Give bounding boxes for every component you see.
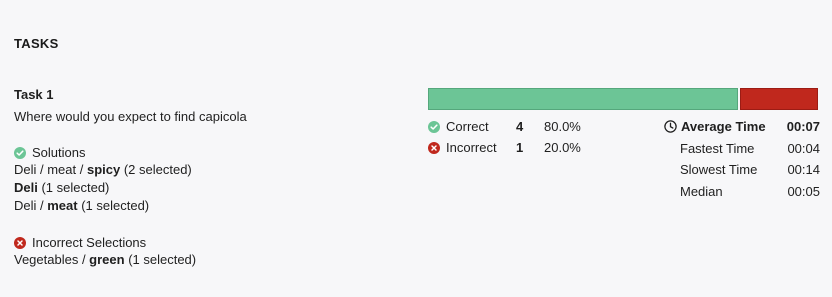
fastest-time-row: Fastest Time 00:04 bbox=[664, 138, 820, 160]
incorrect-count: (1 selected) bbox=[124, 252, 197, 267]
solution-leaf: spicy bbox=[86, 162, 121, 177]
incorrect-path: Vegetables / bbox=[14, 252, 90, 267]
task-details: Task 1 Where would you expect to find ca… bbox=[14, 87, 394, 269]
average-time-label: Average Time bbox=[681, 119, 766, 135]
fastest-time-label: Fastest Time bbox=[680, 140, 755, 156]
incorrect-header-label: Incorrect Selections bbox=[32, 235, 147, 250]
solution-item: Deli (1 selected) bbox=[14, 179, 394, 197]
correct-percent: 80.0% bbox=[544, 119, 581, 134]
section-title: TASKS bbox=[14, 36, 59, 51]
incorrect-leaf: green bbox=[89, 252, 125, 267]
clock-icon bbox=[664, 120, 677, 133]
incorrect-row: Incorrect 1 20.0% bbox=[428, 137, 598, 158]
check-circle-icon bbox=[428, 120, 440, 133]
check-circle-icon bbox=[14, 147, 26, 159]
time-stats: Average Time 00:07 Fastest Time 00:04 Sl… bbox=[664, 116, 820, 202]
median-time-value: 00:05 bbox=[787, 183, 820, 199]
solution-count: (2 selected) bbox=[120, 162, 192, 177]
slowest-time-value: 00:14 bbox=[787, 162, 820, 178]
result-bar bbox=[428, 88, 818, 110]
result-bar-incorrect bbox=[740, 88, 818, 110]
correct-count: 4 bbox=[516, 119, 524, 134]
median-time-row: Median 00:05 bbox=[664, 181, 820, 203]
solutions-header-label: Solutions bbox=[32, 145, 86, 160]
correct-row: Correct 4 80.0% bbox=[428, 116, 598, 137]
solution-count: (1 selected) bbox=[77, 198, 150, 213]
incorrect-group: Incorrect Selections Vegetables / green … bbox=[14, 235, 394, 269]
fastest-time-value: 00:04 bbox=[787, 140, 820, 156]
incorrect-percent: 20.0% bbox=[544, 140, 581, 155]
median-time-label: Median bbox=[680, 183, 723, 199]
x-circle-icon bbox=[14, 237, 26, 249]
slowest-time-row: Slowest Time 00:14 bbox=[664, 159, 820, 181]
solution-leaf: meat bbox=[47, 198, 78, 213]
task-question: Where would you expect to find capicola bbox=[14, 109, 247, 124]
solution-leaf: Deli bbox=[14, 180, 38, 195]
solution-count: (1 selected) bbox=[37, 180, 110, 195]
correct-label: Correct bbox=[446, 119, 489, 134]
solution-path: Deli / bbox=[14, 198, 48, 213]
incorrect-header: Incorrect Selections bbox=[14, 235, 394, 251]
incorrect-count-value: 1 bbox=[516, 140, 524, 155]
slowest-time-label: Slowest Time bbox=[680, 162, 758, 178]
solution-item: Deli / meat (1 selected) bbox=[14, 197, 394, 215]
result-bar-correct bbox=[428, 88, 738, 110]
average-time-row: Average Time 00:07 bbox=[664, 116, 820, 138]
incorrect-label: Incorrect bbox=[446, 140, 497, 155]
solutions-header: Solutions bbox=[14, 145, 394, 161]
incorrect-item: Vegetables / green (1 selected) bbox=[14, 251, 394, 269]
solution-item: Deli / meat / spicy (2 selected) bbox=[14, 161, 394, 179]
average-time-value: 00:07 bbox=[786, 119, 820, 135]
result-stats: Correct 4 80.0% Incorrect 1 20.0% bbox=[428, 116, 598, 158]
solution-path: Deli / meat / bbox=[14, 162, 87, 177]
solutions-group: Solutions Deli / meat / spicy (2 selecte… bbox=[14, 145, 394, 215]
x-circle-icon bbox=[428, 141, 440, 154]
task-title: Task 1 bbox=[14, 87, 54, 102]
